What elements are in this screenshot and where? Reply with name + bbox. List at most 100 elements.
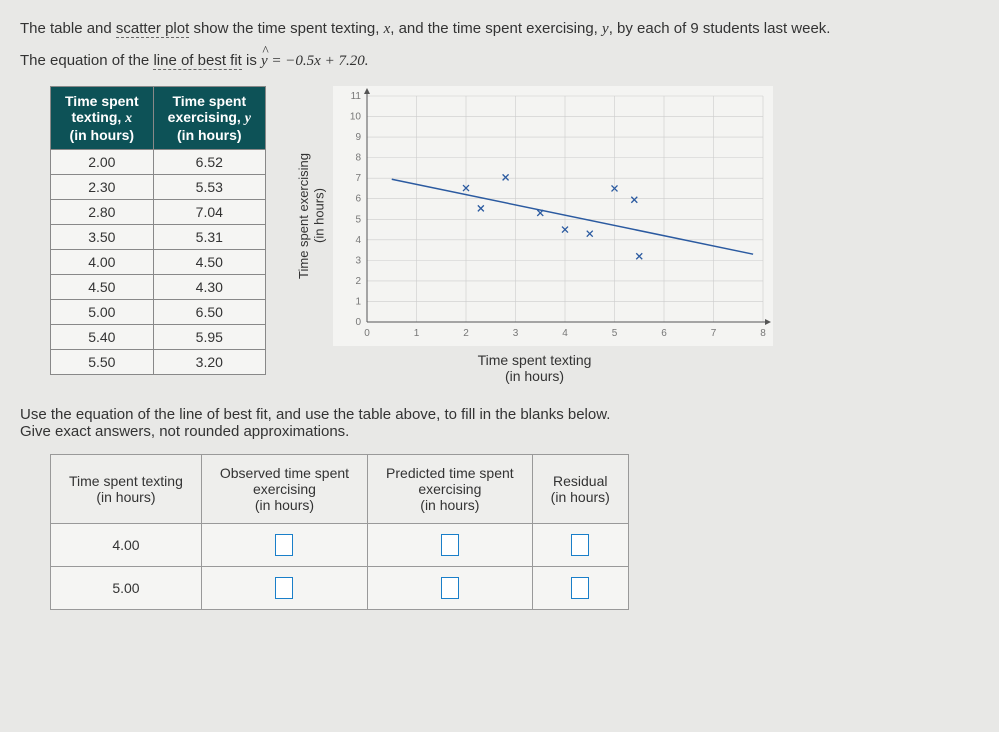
h1c: (in hours) — [70, 127, 135, 143]
h2b: exercising, — [168, 109, 245, 125]
cell-x: 5.00 — [51, 300, 154, 325]
cell-x: 5.50 — [51, 350, 154, 375]
svg-text:6: 6 — [661, 328, 667, 339]
col-header-y: Time spent exercising, y (in hours) — [153, 87, 265, 150]
bh: (in hours) — [96, 489, 155, 505]
svg-text:5: 5 — [356, 214, 362, 225]
cell-x: 5.40 — [51, 325, 154, 350]
answer-cell — [368, 567, 533, 610]
svg-text:9: 9 — [356, 132, 362, 143]
answer-cell — [532, 567, 628, 610]
intro-part3: , and the time spent exercising, — [390, 20, 602, 37]
answer-cell — [368, 524, 533, 567]
bh: Observed time spent — [220, 465, 349, 481]
svg-text:0: 0 — [364, 328, 370, 339]
intro-part2: show the time spent texting, — [189, 20, 383, 37]
h2a: Time spent — [172, 93, 246, 109]
table-row: 2.006.52 — [51, 150, 266, 175]
svg-text:7: 7 — [356, 173, 362, 184]
line-of-best-fit-link[interactable]: line of best fit — [153, 52, 241, 70]
blank-h1: Time spent texting(in hours) — [51, 455, 202, 524]
cell-x: 4.50 — [51, 275, 154, 300]
h1var: x — [125, 111, 132, 126]
intro-text: The table and scatter plot show the time… — [20, 20, 979, 38]
answer-x: 5.00 — [51, 567, 202, 610]
cell-y: 4.30 — [153, 275, 265, 300]
bh: (in hours) — [255, 497, 314, 513]
bh: (in hours) — [551, 489, 610, 505]
blank-h4: Residual(in hours) — [532, 455, 628, 524]
svg-text:8: 8 — [760, 328, 766, 339]
bh: Residual — [553, 473, 607, 489]
h1a: Time spent — [65, 93, 139, 109]
table-row: 3.505.31 — [51, 225, 266, 250]
h2var: y — [245, 111, 251, 126]
residual-input[interactable] — [571, 534, 589, 556]
table-row: 5.405.95 — [51, 325, 266, 350]
svg-text:10: 10 — [350, 112, 362, 123]
blank-h3: Predicted time spentexercising(in hours) — [368, 455, 533, 524]
svg-text:4: 4 — [562, 328, 568, 339]
x-axis-label: Time spent texting(in hours) — [478, 352, 592, 384]
svg-text:1: 1 — [356, 296, 362, 307]
scatter-chart: Time spent exercising(in hours) 01234567… — [296, 86, 773, 384]
cell-y: 5.53 — [153, 175, 265, 200]
table-row: 2.305.53 — [51, 175, 266, 200]
observed-input[interactable] — [275, 534, 293, 556]
svg-text:2: 2 — [463, 328, 469, 339]
eq-part1: The equation of the — [20, 52, 153, 69]
svg-text:11: 11 — [351, 91, 362, 102]
instruct-line1: Use the equation of the line of best fit… — [20, 406, 610, 423]
svg-text:0: 0 — [356, 317, 362, 328]
answer-x: 4.00 — [51, 524, 202, 567]
svg-text:1: 1 — [414, 328, 420, 339]
answer-row: 4.00 — [51, 524, 629, 567]
cell-x: 2.30 — [51, 175, 154, 200]
eq-part2: is — [242, 52, 261, 69]
eq-rhs: = −0.5x + 7.20. — [268, 53, 369, 69]
cell-y: 5.95 — [153, 325, 265, 350]
bh: Time spent texting — [69, 473, 183, 489]
data-table-body: 2.006.52 2.305.53 2.807.04 3.505.31 4.00… — [51, 150, 266, 375]
instruction-text: Use the equation of the line of best fit… — [20, 406, 979, 440]
answer-row: 5.00 — [51, 567, 629, 610]
svg-text:6: 6 — [356, 194, 362, 205]
instruct-line2: Give exact answers, not rounded approxim… — [20, 423, 349, 440]
table-row: 4.004.50 — [51, 250, 266, 275]
scatter-plot-svg: 0 1 2 3 4 5 6 7 8 0 1 2 3 4 5 6 7 8 9 10 11 — [333, 86, 773, 346]
predicted-input[interactable] — [441, 534, 459, 556]
bh: exercising — [418, 481, 481, 497]
cell-x: 2.80 — [51, 200, 154, 225]
equation-text: The equation of the line of best fit is … — [20, 52, 979, 70]
cell-x: 2.00 — [51, 150, 154, 175]
var-y: y — [602, 21, 609, 37]
cell-y: 4.50 — [153, 250, 265, 275]
xlabel-text: Time spent texting(in hours) — [478, 352, 592, 384]
table-row: 2.807.04 — [51, 200, 266, 225]
blank-h2: Observed time spentexercising(in hours) — [201, 455, 367, 524]
data-table: Time spent texting, x (in hours) Time sp… — [50, 86, 266, 375]
predicted-input[interactable] — [441, 577, 459, 599]
answer-cell — [201, 567, 367, 610]
observed-input[interactable] — [275, 577, 293, 599]
svg-text:3: 3 — [513, 328, 519, 339]
table-row: 4.504.30 — [51, 275, 266, 300]
eq-lhs: y — [261, 53, 268, 70]
svg-text:3: 3 — [356, 255, 362, 266]
svg-text:5: 5 — [612, 328, 618, 339]
table-row: 5.503.20 — [51, 350, 266, 375]
svg-text:8: 8 — [356, 153, 362, 164]
cell-y: 5.31 — [153, 225, 265, 250]
answer-cell — [201, 524, 367, 567]
svg-text:4: 4 — [356, 235, 362, 246]
answer-cell — [532, 524, 628, 567]
cell-y: 6.52 — [153, 150, 265, 175]
intro-part1: The table and — [20, 20, 116, 37]
bh: Predicted time spent — [386, 465, 514, 481]
scatter-plot-link[interactable]: scatter plot — [116, 20, 189, 38]
svg-text:7: 7 — [711, 328, 717, 339]
bh: exercising — [253, 481, 316, 497]
residual-input[interactable] — [571, 577, 589, 599]
cell-y: 7.04 — [153, 200, 265, 225]
svg-text:2: 2 — [356, 276, 362, 287]
